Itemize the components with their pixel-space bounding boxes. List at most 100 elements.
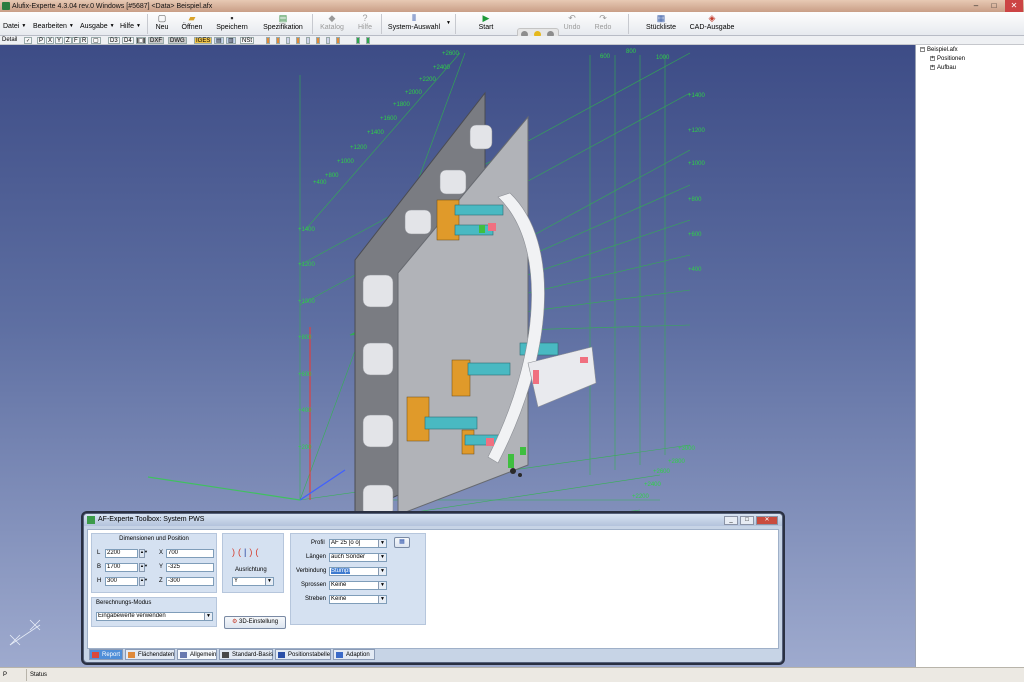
chevron-down-icon[interactable]: ▼: [378, 554, 386, 561]
view-icon-button[interactable]: ▢: [91, 37, 101, 44]
verbindung-select[interactable]: Stumpf ▼: [329, 567, 387, 576]
berechnung-select[interactable]: Eingabewerte verwenden ▼: [96, 612, 213, 621]
chevron-down-icon[interactable]: ▼: [265, 578, 273, 585]
chevron-down-icon[interactable]: ▼: [378, 596, 386, 603]
status-bar: P Status: [0, 667, 1024, 682]
render-icon-button[interactable]: [266, 37, 270, 44]
view-f-button[interactable]: F: [72, 37, 80, 44]
view-z-button[interactable]: Z: [64, 37, 72, 44]
menu-bearbeiten[interactable]: Bearbeiten ▼: [33, 23, 74, 30]
render-icon-button[interactable]: [276, 37, 280, 44]
tab-report[interactable]: Report: [89, 649, 123, 660]
tree-item-positionen[interactable]: + Positionen: [930, 56, 965, 62]
maximize-button[interactable]: □: [986, 0, 1002, 12]
render-icon-button[interactable]: [326, 37, 330, 44]
laengen-select[interactable]: auch Sonder ▼: [329, 553, 387, 562]
svg-text:+800: +800: [688, 197, 702, 203]
dxf-button[interactable]: DXF: [148, 37, 164, 44]
tab-allgemein[interactable]: Allgemein: [177, 649, 217, 660]
ausrichtung-select[interactable]: Y ▼: [232, 577, 274, 586]
close-button[interactable]: ✕: [1005, 0, 1023, 12]
profil-select[interactable]: AF 25 [o o] ▼: [329, 539, 387, 548]
spezifikation-button[interactable]: ▤ Spezifikation: [261, 13, 305, 35]
view-icon-button[interactable]: ▣: [136, 37, 146, 44]
tree-root[interactable]: – Beispiel.afx: [920, 47, 958, 53]
window-title: Alufix-Experte 4.3.04 rev.0 Windows [#56…: [12, 2, 213, 10]
nst-button[interactable]: NSt: [240, 37, 255, 44]
view-icon-button[interactable]: ▤: [214, 37, 224, 44]
svg-text:+2600: +2600: [442, 51, 460, 57]
z-axis-line: [299, 469, 346, 501]
chevron-down-icon[interactable]: ▼: [446, 20, 451, 26]
b-input[interactable]: 1700: [105, 563, 138, 572]
view-icon-button[interactable]: ▥: [226, 37, 236, 44]
render-icon-button[interactable]: [286, 37, 290, 44]
x-input[interactable]: 700: [166, 549, 214, 558]
start-label: Start: [478, 24, 494, 31]
tree-item-aufbau[interactable]: + Aufbau: [930, 65, 956, 71]
undo-icon: ↶: [568, 13, 576, 23]
b-spinner[interactable]: ▲▼: [139, 563, 148, 572]
chevron-down-icon[interactable]: ▼: [378, 540, 386, 547]
menu-datei[interactable]: Datei ▼: [3, 23, 26, 30]
view-r-button[interactable]: R: [80, 37, 89, 44]
view-y-button[interactable]: Y: [55, 37, 64, 44]
view-icon-button[interactable]: D3: [108, 37, 120, 44]
undo-button[interactable]: ↶ Undo: [563, 13, 581, 35]
hilfe-button[interactable]: ? Hilfe: [355, 13, 375, 35]
l-spinner[interactable]: ▲▼: [139, 549, 148, 558]
render-icon-button[interactable]: [356, 37, 360, 44]
stueckliste-button[interactable]: ▦ Stückliste: [644, 13, 678, 35]
katalog-button[interactable]: ◆ Katalog: [318, 13, 346, 35]
render-icon-button[interactable]: [336, 37, 340, 44]
speichern-button[interactable]: ▪ Speichern: [215, 13, 249, 35]
y-input[interactable]: -325: [166, 563, 214, 572]
tab-flaechendaten[interactable]: Flächendaten: [125, 649, 175, 660]
dwg-button[interactable]: DWG: [168, 37, 187, 44]
view-icon-button[interactable]: D4: [122, 37, 134, 44]
chevron-down-icon[interactable]: ▼: [204, 613, 212, 620]
chevron-down-icon[interactable]: ▼: [378, 568, 386, 575]
tab-positionstabelle[interactable]: Positionstabelle: [275, 649, 331, 660]
iges-button[interactable]: IGES: [194, 37, 213, 44]
view-x-button[interactable]: X: [46, 37, 55, 44]
start-button[interactable]: ▶ Start: [476, 13, 496, 35]
minimize-button[interactable]: –: [968, 0, 984, 12]
expand-icon[interactable]: +: [930, 56, 935, 61]
chevron-down-icon[interactable]: ▼: [378, 582, 386, 589]
render-icon-button[interactable]: [316, 37, 320, 44]
neu-button[interactable]: ▢ Neu: [152, 13, 172, 35]
render-icon-button[interactable]: [296, 37, 300, 44]
sprossen-select[interactable]: Keine ▼: [329, 581, 387, 590]
svg-text:+1600: +1600: [380, 116, 398, 122]
toolbar-separator: [628, 14, 629, 34]
streben-select[interactable]: Keine ▼: [329, 595, 387, 604]
cad-ausgabe-button[interactable]: ◈ CAD-Ausgabe: [688, 13, 736, 35]
menu-bearbeiten-label: Bearbeiten: [33, 23, 67, 30]
tab-adaption[interactable]: Adaption: [333, 649, 375, 660]
3d-einstellung-button[interactable]: ⚙ 3D-Einstellung: [224, 616, 286, 629]
expand-icon[interactable]: +: [930, 65, 935, 70]
h-spinner[interactable]: ▲▼: [139, 577, 148, 586]
view-p-button[interactable]: P: [37, 37, 46, 44]
render-icon-button[interactable]: [306, 37, 310, 44]
render-icon-button[interactable]: [366, 37, 370, 44]
ausrichtung-value: Y: [234, 578, 239, 584]
menu-ausgabe[interactable]: Ausgabe ▼: [80, 23, 115, 30]
dialog-minimize-button[interactable]: _: [724, 516, 738, 525]
svg-text:+600: +600: [298, 372, 312, 378]
detail-checkbox[interactable]: ✓: [24, 37, 33, 44]
tab-standard-basis[interactable]: Standard-Basis: [219, 649, 273, 660]
dialog-maximize-button[interactable]: □: [740, 516, 754, 525]
z-input[interactable]: -300: [166, 577, 214, 586]
oeffnen-button[interactable]: ▰ Öffnen: [180, 13, 204, 35]
system-auswahl-button[interactable]: ⫴ System-Auswahl: [386, 13, 442, 35]
main-toolbar: Datei ▼ Bearbeiten ▼ Ausgabe ▼ Hilfe ▼ ▢ Neu …: [0, 12, 1024, 40]
dialog-close-button[interactable]: ✕: [756, 516, 778, 525]
redo-button[interactable]: ↷ Redo: [594, 13, 612, 35]
collapse-icon[interactable]: –: [920, 47, 925, 52]
profile-grid-button[interactable]: ▦: [394, 537, 410, 548]
h-input[interactable]: 300: [105, 577, 138, 586]
menu-hilfe[interactable]: Hilfe ▼: [120, 23, 141, 30]
l-input[interactable]: 2200: [105, 549, 138, 558]
